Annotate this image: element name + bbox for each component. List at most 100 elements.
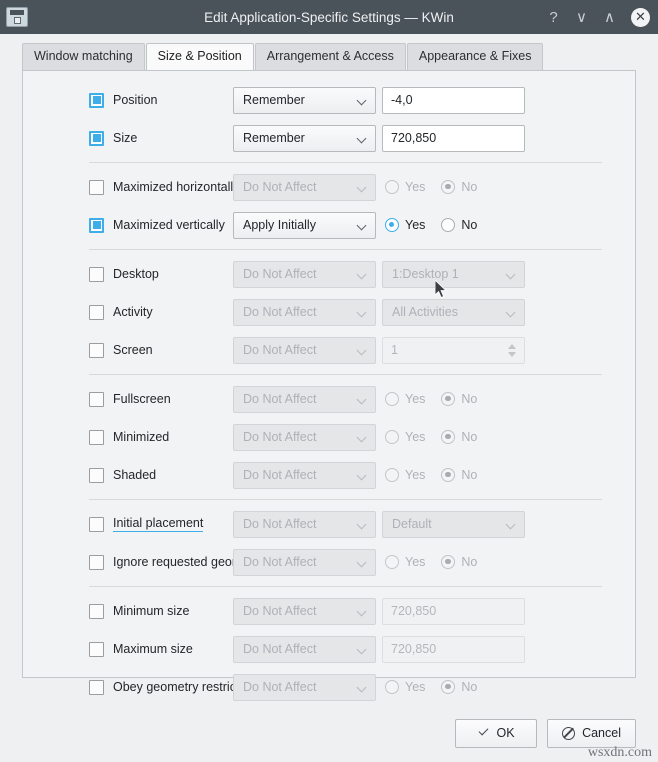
radio-no-fullscreen: No bbox=[441, 392, 477, 406]
policy-combo-size[interactable]: Remember bbox=[233, 124, 376, 152]
radio-no-shaded: No bbox=[441, 468, 477, 482]
policy-combo-value: Do Not Affect bbox=[243, 517, 317, 531]
setting-row-size: Size Remember 720,850 bbox=[23, 119, 615, 157]
radio-label: No bbox=[461, 218, 478, 232]
enable-checkbox-maximum-size[interactable] bbox=[89, 641, 104, 657]
value-radio-group-maximized-horizontally: Yes No bbox=[382, 174, 525, 201]
radio-indicator bbox=[441, 468, 456, 482]
radio-indicator bbox=[385, 680, 399, 694]
setting-label-desktop: Desktop bbox=[113, 267, 159, 281]
setting-row-maximum-size: Maximum size Do Not Affect 720,850 bbox=[23, 630, 615, 668]
spinbox-arrows-icon[interactable] bbox=[506, 343, 518, 357]
enable-checkbox-initial-placement[interactable] bbox=[89, 516, 104, 532]
radio-label: Yes bbox=[405, 218, 426, 232]
setting-row-screen: Screen Do Not Affect 1 bbox=[23, 331, 615, 369]
enable-checkbox-obey-geometry-restrictions[interactable] bbox=[89, 679, 104, 695]
label-cell: Minimum size bbox=[23, 603, 233, 619]
radio-indicator bbox=[385, 555, 399, 569]
enable-checkbox-fullscreen[interactable] bbox=[89, 391, 104, 407]
enable-checkbox-screen[interactable] bbox=[89, 342, 104, 358]
window-titlebar[interactable]: Edit Application-Specific Settings — KWi… bbox=[0, 0, 658, 34]
policy-cell: Do Not Affect bbox=[233, 260, 376, 288]
chevron-down-icon bbox=[357, 347, 368, 354]
radio-indicator bbox=[385, 468, 399, 482]
radio-indicator bbox=[441, 430, 456, 444]
window-settings-icon bbox=[6, 7, 28, 27]
tab-bar: Window matching Size & Position Arrangemen… bbox=[0, 34, 658, 70]
value-combo-value: All Activities bbox=[392, 305, 458, 319]
policy-combo-desktop: Do Not Affect bbox=[233, 260, 376, 288]
value-input-maximum-size: 720,850 bbox=[382, 635, 525, 663]
policy-combo-shaded: Do Not Affect bbox=[233, 461, 376, 489]
policy-cell: Do Not Affect bbox=[233, 673, 376, 701]
radio-label: Yes bbox=[405, 680, 426, 694]
enable-checkbox-position[interactable] bbox=[89, 92, 104, 108]
radio-yes-maximized-vertically[interactable]: Yes bbox=[385, 218, 425, 232]
setting-label-initial-placement[interactable]: Initial placement bbox=[113, 516, 204, 532]
enable-checkbox-size[interactable] bbox=[89, 130, 104, 146]
close-button[interactable]: ✕ bbox=[631, 7, 650, 27]
tab-window-matching[interactable]: Window matching bbox=[22, 43, 145, 70]
policy-cell: Do Not Affect bbox=[233, 461, 376, 489]
setting-row-initial-placement: Initial placement Do Not Affect Default bbox=[23, 505, 615, 543]
enable-checkbox-activity[interactable] bbox=[89, 304, 104, 320]
tab-appearance-fixes[interactable]: Appearance & Fixes bbox=[406, 43, 544, 70]
label-cell: Position bbox=[23, 92, 233, 108]
maximize-button[interactable]: ∧ bbox=[602, 10, 617, 25]
enable-checkbox-maximized-horizontally[interactable] bbox=[89, 179, 104, 195]
value-input-size[interactable]: 720,850 bbox=[382, 124, 525, 152]
policy-combo-value: Do Not Affect bbox=[243, 642, 317, 656]
enable-checkbox-minimized[interactable] bbox=[89, 429, 104, 445]
policy-combo-maximized-vertically[interactable]: Apply Initially bbox=[233, 211, 376, 239]
setting-label-minimized: Minimized bbox=[113, 430, 170, 444]
tab-label: Arrangement & Access bbox=[266, 49, 394, 63]
value-cell: Yes No bbox=[382, 174, 525, 201]
policy-combo-value: Do Not Affect bbox=[243, 430, 317, 444]
policy-combo-screen: Do Not Affect bbox=[233, 336, 376, 364]
label-cell: Maximum size bbox=[23, 641, 233, 657]
value-cell: Yes No bbox=[382, 212, 525, 239]
cancel-button[interactable]: Cancel bbox=[547, 718, 636, 748]
label-cell: Screen bbox=[23, 342, 233, 358]
value-radio-group-fullscreen: Yes No bbox=[382, 386, 525, 413]
policy-combo-value: Do Not Affect bbox=[243, 604, 317, 618]
enable-checkbox-maximized-vertically[interactable] bbox=[89, 217, 104, 233]
enable-checkbox-desktop[interactable] bbox=[89, 266, 104, 282]
radio-label: No bbox=[461, 468, 478, 482]
value-combo-value: Default bbox=[392, 517, 432, 531]
value-input-position[interactable]: -4,0 bbox=[382, 86, 525, 114]
radio-indicator bbox=[441, 392, 456, 406]
setting-label-maximized-vertically: Maximized vertically bbox=[113, 218, 225, 232]
group-separator bbox=[89, 249, 602, 250]
tab-arrangement-access[interactable]: Arrangement & Access bbox=[254, 43, 406, 70]
label-cell: Size bbox=[23, 130, 233, 146]
radio-no-maximized-horizontally: No bbox=[441, 180, 477, 194]
enable-checkbox-shaded[interactable] bbox=[89, 467, 104, 483]
value-radio-group-obey-geometry-restrictions: Yes No bbox=[382, 674, 525, 701]
check-icon bbox=[478, 727, 490, 739]
radio-indicator bbox=[441, 555, 456, 569]
radio-yes-maximized-horizontally: Yes bbox=[385, 180, 425, 194]
minimize-button[interactable]: ∨ bbox=[574, 10, 589, 25]
policy-combo-position[interactable]: Remember bbox=[233, 86, 376, 114]
policy-combo-fullscreen: Do Not Affect bbox=[233, 385, 376, 413]
help-button[interactable]: ? bbox=[546, 10, 561, 25]
watermark: wsxdn.com bbox=[587, 745, 652, 760]
policy-combo-initial-placement: Do Not Affect bbox=[233, 510, 376, 538]
value-spinbox-text: 1 bbox=[391, 343, 398, 357]
enable-checkbox-ignore-requested-geometry[interactable] bbox=[89, 554, 104, 570]
policy-cell: Do Not Affect bbox=[233, 597, 376, 625]
value-cell: -4,0 bbox=[382, 86, 525, 114]
radio-no-maximized-vertically[interactable]: No bbox=[441, 218, 477, 232]
tab-size-position[interactable]: Size & Position bbox=[145, 43, 254, 70]
policy-cell: Do Not Affect bbox=[233, 298, 376, 326]
label-cell: Fullscreen bbox=[23, 391, 233, 407]
policy-combo-obey-geometry-restrictions: Do Not Affect bbox=[233, 673, 376, 701]
enable-checkbox-minimum-size[interactable] bbox=[89, 603, 104, 619]
tab-label: Size & Position bbox=[157, 49, 242, 63]
label-cell: Maximized horizontally bbox=[23, 179, 239, 195]
group-separator bbox=[89, 162, 602, 163]
chevron-down-icon bbox=[357, 472, 368, 479]
ok-button[interactable]: OK bbox=[455, 718, 538, 748]
value-combo-initial-placement: Default bbox=[382, 510, 525, 538]
